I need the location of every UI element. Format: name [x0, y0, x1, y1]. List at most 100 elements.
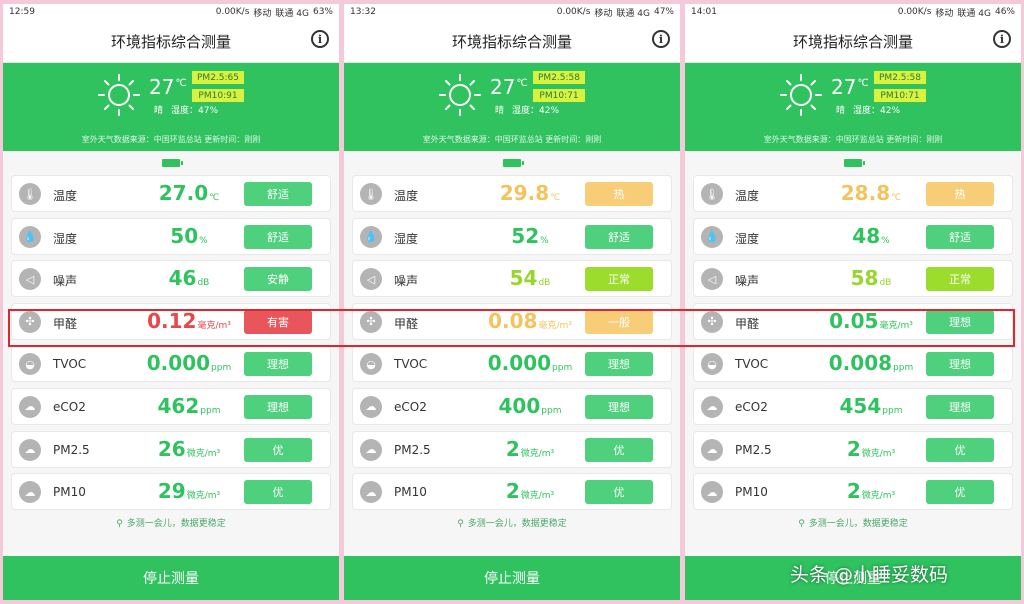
reading-row[interactable]: ✣ 甲醛 0.08毫克/m³ 一般: [352, 302, 672, 340]
reading-value: 0.000ppm: [146, 351, 232, 376]
reading-row[interactable]: 🌡 温度 28.8℃ 热: [693, 175, 1013, 212]
reading-row[interactable]: ◒ TVOC 0.008ppm 理想: [693, 345, 1013, 383]
thermometer-icon: 🌡: [701, 183, 723, 205]
tip-text: ⚲ 多测一会儿，数据更稳定: [116, 518, 226, 529]
network-speed: 0.00K/s: [556, 7, 591, 17]
tvoc-icon: ◒: [360, 353, 382, 376]
device-battery-icon: [162, 159, 183, 167]
cloud-icon: ☁: [701, 438, 723, 461]
reading-row[interactable]: ◁ 噪声 54dB 正常: [352, 260, 672, 298]
device-battery-icon: [844, 159, 865, 167]
reading-value: 0.05毫克/m³: [829, 308, 913, 333]
reading-label: PM10: [53, 485, 86, 500]
reading-row[interactable]: ☁ PM10 29微克/m³ 优: [11, 473, 331, 511]
location-pin-icon: ⚲: [116, 518, 123, 529]
weather-condition: 晴湿度：42%: [495, 106, 560, 116]
status-badge: 舒适: [585, 224, 653, 249]
thermometer-icon: 🌡: [19, 183, 41, 205]
status-badge: 优: [244, 480, 312, 505]
reading-row[interactable]: ☁ eCO2 454ppm 理想: [693, 387, 1013, 425]
status-bar: 12:59 0.00K/s 移动 联通 4G 63%: [3, 4, 339, 20]
location-pin-icon: ⚲: [798, 518, 805, 529]
data-source-note: 室外天气数据来源：中国环监总站 更新时间：刚刚: [763, 135, 943, 144]
reading-row[interactable]: 🌡 温度 29.8℃ 热: [352, 175, 672, 212]
sun-icon: [780, 74, 822, 116]
reading-row[interactable]: 💧 湿度 48% 舒适: [693, 217, 1013, 255]
reading-row[interactable]: ◁ 噪声 46dB 安静: [11, 260, 331, 298]
reading-value: 2微克/m³: [846, 479, 896, 504]
stop-measure-button[interactable]: 停止测量: [3, 556, 339, 600]
status-badge: 优: [585, 437, 653, 462]
reading-row[interactable]: ☁ PM2.5 2微克/m³ 优: [693, 430, 1013, 468]
page-title: 环境指标综合测量: [110, 32, 231, 51]
cloud-icon: ☁: [360, 481, 382, 504]
reading-label: 湿度: [53, 231, 78, 246]
reading-row[interactable]: ✣ 甲醛 0.05毫克/m³ 理想: [693, 302, 1013, 340]
reading-row[interactable]: 💧 湿度 52% 舒适: [352, 217, 672, 255]
status-badge: 舒适: [244, 224, 312, 249]
reading-row[interactable]: ☁ PM10 2微克/m³ 优: [693, 473, 1013, 511]
humidity-icon: 💧: [701, 225, 723, 248]
pm25-badge: PM2.5:58: [533, 71, 585, 84]
reading-value: 2微克/m³: [846, 436, 896, 461]
device-battery-icon: [503, 159, 524, 167]
cloud-icon: ☁: [360, 395, 382, 418]
status-badge: 理想: [585, 352, 653, 377]
reading-row[interactable]: ☁ eCO2 400ppm 理想: [352, 387, 672, 425]
status-badge: 优: [585, 480, 653, 505]
app-bar: 环境指标综合测量 i: [3, 20, 339, 63]
status-badge: 优: [926, 480, 994, 505]
status-badge: 有害: [244, 309, 312, 334]
app-bar: 环境指标综合测量 i: [344, 20, 680, 63]
reading-value: 46dB: [168, 266, 210, 291]
humidity-icon: 💧: [360, 225, 382, 248]
reading-value: 462ppm: [157, 393, 221, 418]
app-bar: 环境指标综合测量 i: [685, 20, 1021, 63]
pm10-badge: PM10:91: [192, 89, 244, 102]
reading-row[interactable]: 💧 湿度 50% 舒适: [11, 217, 331, 255]
reading-label: 温度: [394, 189, 419, 203]
reading-row[interactable]: ◒ TVOC 0.000ppm 理想: [11, 345, 331, 383]
clock: 12:59: [9, 7, 35, 17]
carrier-2: 联通 4G: [957, 8, 991, 19]
cloud-icon: ☁: [701, 481, 723, 504]
reading-label: eCO2: [53, 399, 86, 414]
reading-row[interactable]: ◁ 噪声 58dB 正常: [693, 260, 1013, 298]
reading-row[interactable]: ✣ 甲醛 0.12毫克/m³ 有害: [11, 302, 331, 340]
info-icon[interactable]: i: [311, 30, 329, 48]
status-badge: 理想: [926, 352, 994, 377]
readings-list: 🌡 温度 28.8℃ 热 💧 湿度 48% 舒适 ◁ 噪声 58dB 正常 ✣ …: [685, 175, 1021, 511]
info-icon[interactable]: i: [993, 30, 1011, 48]
carrier-2: 联通 4G: [275, 8, 309, 19]
humidity-icon: 💧: [19, 225, 41, 248]
status-badge: 舒适: [926, 224, 994, 249]
phone-screen-2: 13:32 0.00K/s 移动 联通 4G 47% 环境指标综合测量 i 27…: [344, 4, 680, 600]
reading-row[interactable]: ☁ eCO2 462ppm 理想: [11, 387, 331, 425]
reading-row[interactable]: ☁ PM10 2微克/m³ 优: [352, 473, 672, 511]
reading-value: 0.000ppm: [487, 351, 573, 376]
noise-icon: ◁: [19, 268, 41, 291]
reading-label: PM2.5: [394, 442, 431, 457]
reading-value: 29微克/m³: [157, 479, 221, 504]
reading-row[interactable]: ☁ PM2.5 26微克/m³ 优: [11, 430, 331, 468]
reading-value: 0.008ppm: [828, 351, 914, 376]
reading-row[interactable]: 🌡 温度 27.0℃ 舒适: [11, 175, 331, 212]
status-badge: 热: [926, 182, 994, 206]
reading-value: 29.8℃: [499, 181, 561, 205]
tvoc-icon: ◒: [19, 353, 41, 376]
status-badge: 理想: [244, 394, 312, 419]
reading-value: 50%: [170, 223, 208, 248]
reading-label: PM2.5: [53, 442, 90, 457]
status-badge: 理想: [926, 394, 994, 419]
info-icon[interactable]: i: [652, 30, 670, 48]
location-pin-icon: ⚲: [457, 518, 464, 529]
cloud-icon: ☁: [19, 438, 41, 461]
clock: 13:32: [350, 7, 376, 17]
status-badge: 优: [926, 437, 994, 462]
stop-measure-button[interactable]: 停止测量: [344, 556, 680, 600]
reading-row[interactable]: ☁ PM2.5 2微克/m³ 优: [352, 430, 672, 468]
reading-row[interactable]: ◒ TVOC 0.000ppm 理想: [352, 345, 672, 383]
status-badge: 一般: [585, 309, 653, 334]
noise-icon: ◁: [360, 268, 382, 291]
reading-label: 噪声: [394, 274, 419, 289]
